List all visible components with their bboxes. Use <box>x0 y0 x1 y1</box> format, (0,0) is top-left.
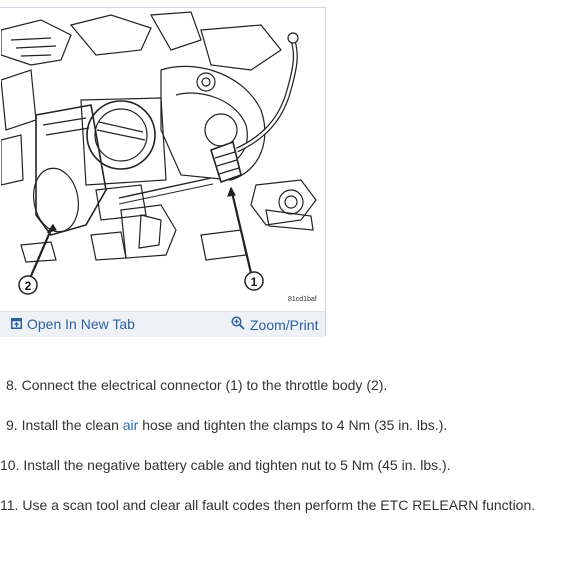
open-in-new-tab-icon <box>11 316 22 332</box>
air-link[interactable]: air <box>123 417 139 433</box>
zoom-print-label: Zoom/Print <box>250 316 319 333</box>
step-number: 10. <box>0 457 20 473</box>
step-9: 9. Install the clean air hose and tighte… <box>6 416 447 434</box>
callout-2: 2 <box>18 275 38 295</box>
open-in-new-tab-button[interactable]: Open In New Tab <box>11 316 135 332</box>
step-number: 11. <box>0 497 19 513</box>
step-text: Connect the electrical connector (1) to … <box>21 377 388 393</box>
svg-text:2: 2 <box>25 279 32 293</box>
step-text-after: hose and tighten the clamps to 4 Nm (35 … <box>138 417 448 433</box>
step-number: 9. <box>6 417 18 433</box>
figure-card: 2 1 81cd1baf Open In New Tab Zoom/Print <box>0 7 326 337</box>
callout-1: 1 <box>244 271 264 291</box>
step-number: 8. <box>6 377 18 393</box>
step-text-before: Install the clean <box>21 417 123 433</box>
magnifier-plus-icon <box>231 316 245 333</box>
step-11: 11. Use a scan tool and clear all fault … <box>0 496 535 514</box>
step-text: Use a scan tool and clear all fault code… <box>22 497 536 513</box>
zoom-print-button[interactable]: Zoom/Print <box>231 316 318 333</box>
throttle-body-illustration: 2 1 81cd1baf <box>1 10 321 310</box>
figure-toolbar: Open In New Tab Zoom/Print <box>0 311 325 337</box>
step-8: 8. Connect the electrical connector (1) … <box>6 376 387 394</box>
figure-image-code: 81cd1baf <box>288 296 317 303</box>
svg-text:1: 1 <box>251 275 258 289</box>
open-in-new-tab-label: Open In New Tab <box>27 316 135 332</box>
step-text: Install the negative battery cable and t… <box>23 457 451 473</box>
step-10: 10. Install the negative battery cable a… <box>0 456 451 474</box>
